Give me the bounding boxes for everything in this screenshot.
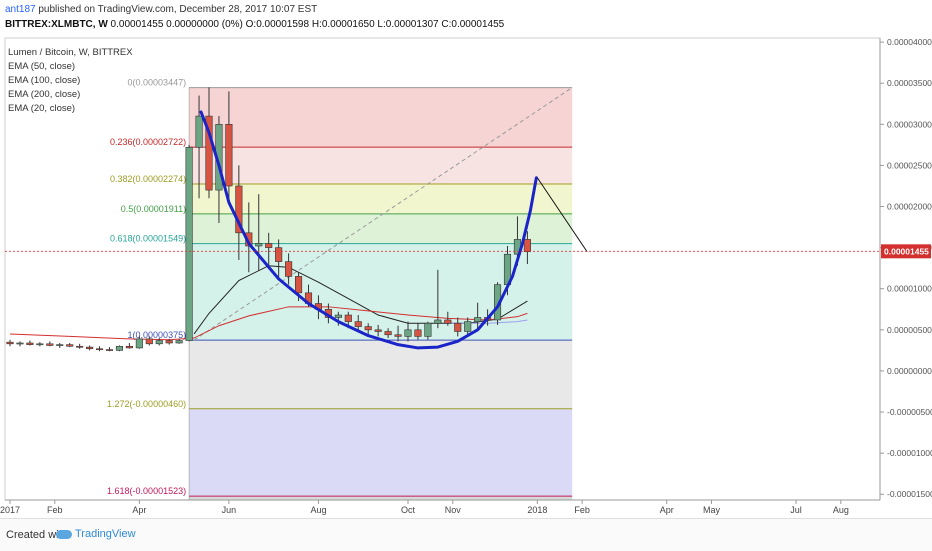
legend-item-ema50: EMA (50, close) — [8, 61, 76, 72]
candle — [185, 144, 193, 342]
candle-body — [76, 345, 84, 348]
tradingview-logo-link[interactable]: TradingView — [56, 528, 136, 540]
candle-body — [464, 321, 472, 332]
fib-level-label: 0.236(0.00002722) — [110, 137, 186, 147]
legend-item-symbol: Lumen / Bitcoin, W, BITTREX — [8, 47, 133, 58]
candle-body — [56, 344, 64, 346]
x-tick-label: Aug — [833, 505, 849, 515]
candle-body — [394, 334, 402, 337]
candle-body — [354, 321, 362, 327]
fib-level-label: 1.272(-0.00000460) — [107, 399, 186, 409]
candle-body — [404, 329, 412, 337]
candle-body — [155, 340, 163, 345]
candle-body — [26, 342, 34, 345]
candle-body — [255, 243, 263, 247]
x-tick-label: Aug — [310, 505, 326, 515]
footer-bar: Created with TradingView — [0, 518, 932, 551]
y-tick-label: -0.00000500 — [887, 407, 932, 417]
candle-body — [344, 314, 352, 322]
y-tick-label: 0.00003500 — [887, 78, 932, 88]
candle-body — [384, 331, 392, 336]
candle-body — [265, 243, 273, 248]
x-tick-label: Apr — [660, 505, 674, 515]
candle-body — [195, 115, 203, 148]
candle-body — [364, 326, 372, 331]
price-chart[interactable]: 0(0.00003447) 0.236(0.00002722) 0.382(0.00… — [0, 0, 932, 518]
candle-body — [135, 338, 143, 349]
x-tick-label: Feb — [47, 505, 63, 515]
candle-body — [185, 147, 193, 341]
fib-zone — [189, 87, 573, 148]
candle-body — [96, 348, 104, 351]
y-tick-label: 0.00002000 — [887, 202, 932, 212]
candle-body — [374, 329, 382, 332]
last-price-label: 0.00001455 — [884, 246, 929, 256]
candle-body — [36, 343, 44, 346]
fib-level-label: 0(0.00003447) — [128, 78, 187, 88]
candle-body — [225, 124, 233, 187]
candle — [115, 345, 123, 352]
y-tick-label: -0.00001500 — [887, 489, 932, 499]
x-tick-label: Feb — [574, 505, 590, 515]
x-tick-label: Oct — [401, 505, 416, 515]
candle-body — [6, 341, 14, 345]
candle-body — [474, 317, 482, 322]
x-tick-label: 2017 — [0, 505, 20, 515]
x-tick-label: Jul — [790, 505, 802, 515]
candle-body — [444, 319, 452, 324]
fib-level-label: 0.5(0.00001911) — [121, 204, 186, 214]
fib-level-label: 0.382(0.00002274) — [110, 174, 186, 184]
tradingview-brand: TradingView — [75, 528, 136, 540]
candle-body — [275, 247, 283, 262]
candle-body — [334, 314, 342, 318]
y-tick-label: 0.00000000 — [887, 366, 932, 376]
candle-body — [523, 239, 531, 253]
y-tick-label: 0.00000500 — [887, 325, 932, 335]
candle-body — [66, 344, 74, 347]
legend-item-ema20: EMA (20, close) — [8, 103, 76, 114]
candle-body — [454, 322, 462, 332]
legend-item-ema200: EMA (200, close) — [8, 89, 81, 100]
candle-body — [424, 322, 432, 337]
fib-zone — [189, 243, 573, 341]
tradingview-cloud-icon — [56, 529, 72, 539]
fib-zone — [189, 147, 573, 184]
y-tick-label: 0.00003000 — [887, 119, 932, 129]
candle-body — [165, 340, 173, 344]
x-tick-label: May — [703, 505, 721, 515]
fib-level-label: 0.618(0.00001549) — [110, 234, 186, 244]
x-tick-label: Jun — [222, 505, 237, 515]
legend-item-ema100: EMA (100, close) — [8, 75, 81, 86]
x-tick-label: Apr — [132, 505, 146, 515]
candle-body — [46, 343, 54, 346]
candle-body — [125, 345, 133, 349]
candle-body — [86, 346, 94, 350]
candle-body — [294, 276, 303, 294]
fib-zone — [189, 496, 573, 500]
candle-body — [105, 349, 114, 351]
fib-zone — [189, 408, 573, 497]
fib-zone — [189, 340, 573, 409]
candle-body — [414, 329, 422, 337]
y-tick-label: 0.00002500 — [887, 160, 932, 170]
y-tick-label: -0.00001000 — [887, 448, 932, 458]
x-tick-label: Nov — [445, 505, 462, 515]
candle-body — [175, 340, 183, 344]
candle-body — [115, 345, 123, 351]
fib-zone — [189, 183, 573, 214]
fib-level-label: 1.618(-0.00001523) — [107, 486, 186, 496]
candle-body — [16, 342, 24, 345]
y-tick-label: 0.00004000 — [887, 37, 932, 47]
candle-body — [285, 261, 293, 277]
y-tick-label: 0.00001000 — [887, 284, 932, 294]
indicator-legend: Lumen / Bitcoin, W, BITTREX EMA (50, clo… — [8, 46, 133, 116]
x-tick-label: 2018 — [527, 505, 547, 515]
candle-body — [145, 338, 153, 345]
candle-body — [434, 319, 442, 324]
